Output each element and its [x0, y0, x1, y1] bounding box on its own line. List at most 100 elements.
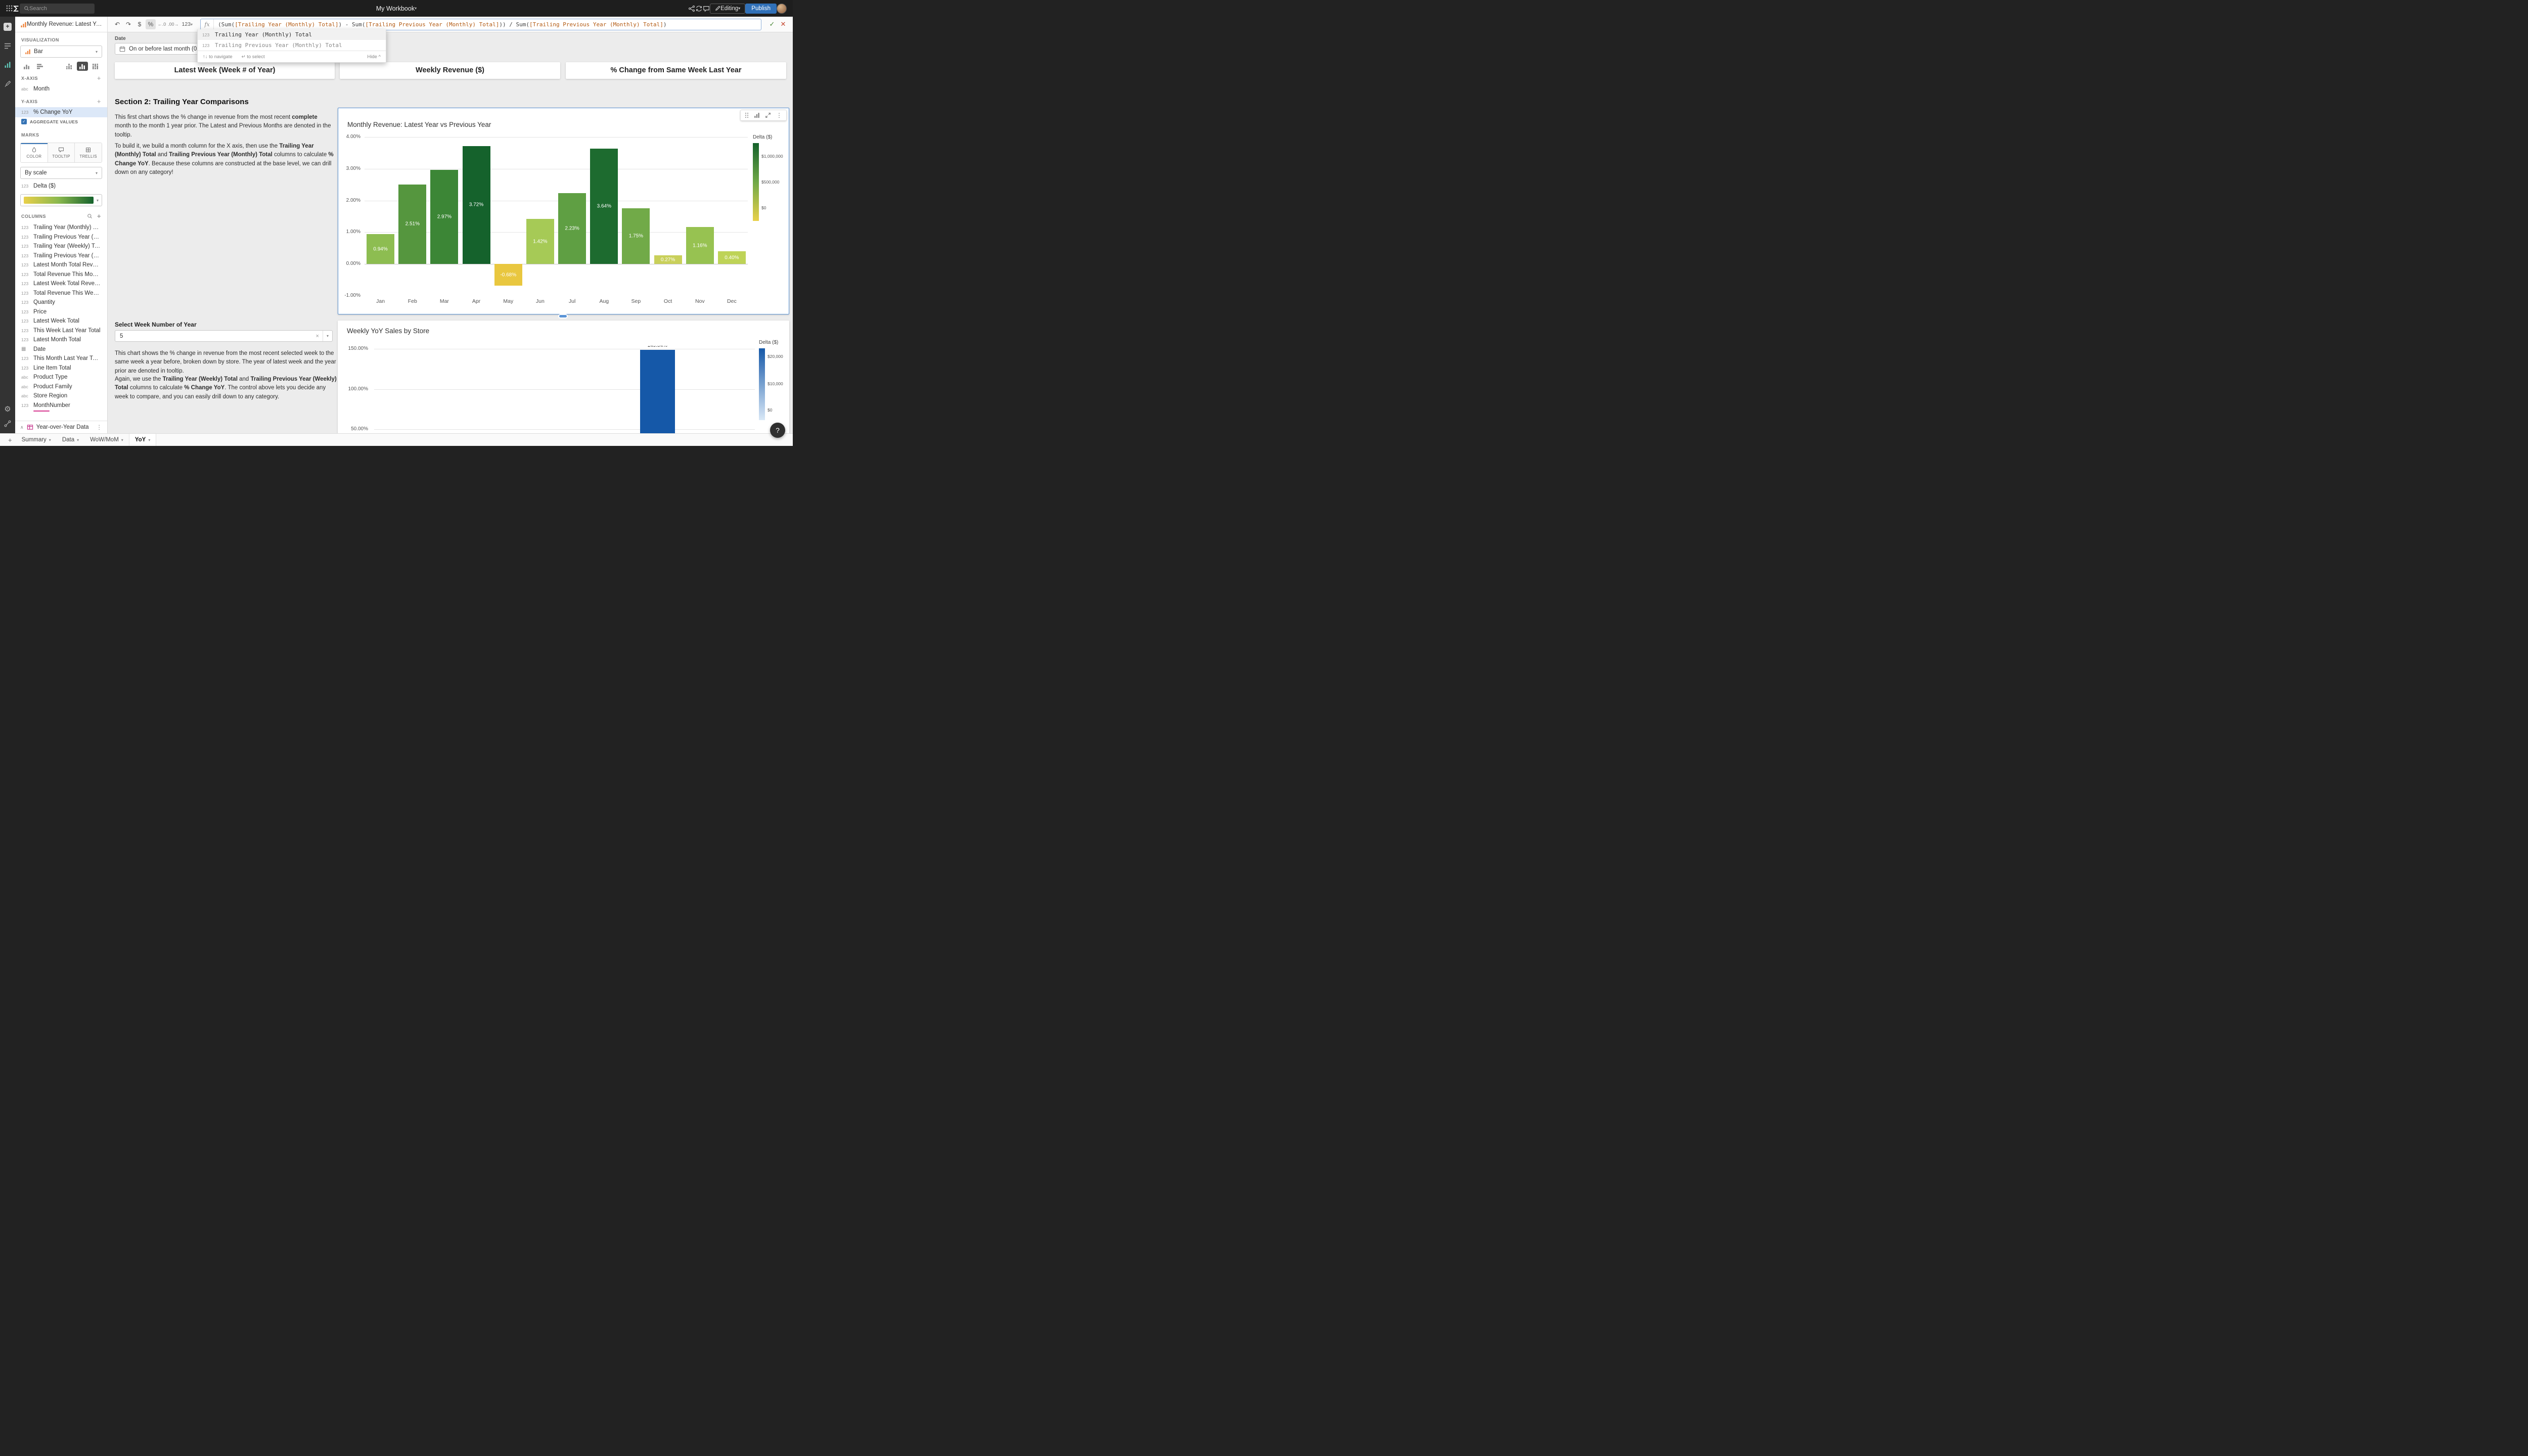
bar-jun[interactable]: 1.42% — [526, 219, 554, 264]
column-item[interactable]: 123 Latest Month Total — [15, 335, 107, 345]
source-menu-icon[interactable]: ⋮ — [97, 424, 103, 431]
add-y-axis-column-button[interactable]: + — [97, 99, 101, 104]
kpi-card-latest-week[interactable]: Latest Week (Week # of Year) — [115, 62, 335, 79]
drag-handle-icon[interactable] — [745, 112, 749, 118]
color-scale-select[interactable]: ▾ — [20, 194, 102, 206]
chart-monthly-revenue-yoy[interactable]: ⋮ Monthly Revenue: Latest Year vs Previo… — [338, 108, 789, 314]
column-item[interactable]: 123 Trailing Year (Weekly) Total — [15, 242, 107, 251]
column-search-icon[interactable] — [87, 213, 93, 219]
page-tab[interactable]: WoW/MoM ▾ — [84, 434, 129, 446]
column-item[interactable]: abc Product Family — [15, 382, 107, 392]
version-history-icon[interactable] — [695, 5, 703, 12]
kpi-card-pct-change[interactable]: % Change from Same Week Last Year — [566, 62, 786, 79]
decimal-decrease-button[interactable]: ←.0 — [157, 19, 167, 29]
clear-value-icon[interactable]: × — [312, 333, 323, 339]
add-column-button[interactable]: + — [97, 212, 101, 220]
color-field[interactable]: 123 Delta ($) — [15, 181, 107, 191]
accept-formula-button[interactable]: ✓ — [767, 19, 777, 29]
editing-mode-button[interactable]: Editing ▾ — [710, 4, 745, 14]
kebab-menu-icon[interactable]: ⋮ — [776, 112, 782, 119]
week-number-control[interactable]: 5 × ▾ — [115, 330, 333, 342]
bar-may[interactable]: -0.68% — [494, 264, 522, 286]
redo-button[interactable]: ↷ — [123, 19, 133, 29]
bar-sep[interactable]: 1.75% — [622, 208, 650, 264]
comments-icon[interactable] — [703, 5, 710, 12]
column-item[interactable]: 123 Trailing Previous Year (Monthly) Tot… — [15, 233, 107, 242]
bar-apr[interactable]: 3.72% — [463, 146, 490, 264]
column-item[interactable]: 123 MonthNumber — [15, 401, 107, 411]
element-resize-handle[interactable] — [559, 315, 567, 317]
page-tab[interactable]: YoY ▾ — [129, 434, 157, 446]
user-avatar[interactable] — [777, 4, 787, 14]
chart-weekly-yoy-by-store[interactable]: Weekly YoY Sales by Store 150.00%100.00%… — [338, 321, 789, 433]
autocomplete-item[interactable]: 123 Trailing Previous Year (Monthly) Tot… — [198, 40, 386, 51]
column-item[interactable]: abc Product Type — [15, 373, 107, 382]
add-x-axis-column-button[interactable]: + — [97, 76, 101, 81]
column-item[interactable]: 123 Line Item Total — [15, 363, 107, 373]
outline-panel-icon[interactable] — [4, 43, 11, 49]
bar-jan[interactable]: 0.94% — [367, 234, 394, 264]
sigma-logo[interactable] — [13, 5, 20, 12]
apps-grid-icon[interactable] — [6, 5, 13, 12]
subtype-grouped-bar-icon[interactable] — [21, 62, 32, 71]
chart-type-select[interactable]: Bar ▾ — [20, 46, 102, 58]
aggregate-values-checkbox[interactable]: ✓ AGGREGATE VALUES — [15, 117, 107, 127]
chevron-down-icon[interactable]: ▾ — [323, 334, 332, 338]
search-input[interactable] — [29, 6, 85, 12]
column-item[interactable]: 123 Price — [15, 307, 107, 317]
global-search[interactable] — [20, 4, 95, 14]
column-item[interactable]: 123 Trailing Year (Monthly) Total — [15, 223, 107, 233]
color-mode-select[interactable]: By scale ▾ — [20, 167, 102, 179]
settings-gear-icon[interactable]: ⚙ — [4, 405, 11, 413]
column-item[interactable]: abc Store Region — [15, 391, 107, 401]
tab-color[interactable]: COLOR — [21, 143, 48, 162]
decimal-increase-button[interactable]: .00→ — [168, 19, 179, 29]
y-axis-field-selected[interactable]: 123 % Change YoY — [15, 107, 107, 117]
share-icon[interactable] — [688, 5, 695, 12]
format-brush-icon[interactable] — [4, 80, 11, 87]
column-item[interactable]: 123 Quantity — [15, 298, 107, 307]
bar-oct[interactable]: 0.27% — [654, 255, 682, 264]
data-source-row[interactable]: ∧ Year-over-Year Data ⋮ — [15, 421, 107, 433]
bar-aug[interactable]: 3.64% — [590, 149, 618, 264]
hide-autocomplete-button[interactable]: Hide ^ — [367, 54, 381, 60]
element-panel-header[interactable]: Monthly Revenue: Latest Year vs Previous… — [15, 17, 108, 32]
page-tab[interactable]: Data ▾ — [57, 434, 84, 446]
column-item[interactable]: 123 This Week Last Year Total — [15, 326, 107, 336]
bar-dec[interactable]: 0.40% — [718, 251, 746, 264]
column-item[interactable]: 123 Trailing Previous Year (Weekly) Tota… — [15, 251, 107, 261]
add-page-button[interactable]: + — [4, 434, 16, 446]
bar-mar[interactable]: 2.97% — [430, 170, 458, 264]
subtype-bar-selected-icon[interactable] — [77, 62, 88, 71]
add-element-button[interactable]: + — [4, 23, 12, 31]
column-item[interactable]: 123 Total Revenue This Month Last Year — [15, 270, 107, 280]
bar-0[interactable] — [640, 350, 675, 433]
kpi-card-weekly-revenue[interactable]: Weekly Revenue ($) — [340, 62, 560, 79]
maximize-icon[interactable] — [765, 112, 771, 118]
tab-trellis[interactable]: TRELLIS — [75, 143, 102, 162]
help-button[interactable]: ? — [770, 423, 785, 438]
cancel-formula-button[interactable]: ✕ — [778, 19, 788, 29]
column-item[interactable]: ▦ Date — [15, 345, 107, 354]
undo-button[interactable]: ↶ — [112, 19, 122, 29]
bar-feb[interactable]: 2.51% — [398, 185, 426, 264]
tab-tooltip[interactable]: TOOLTIP — [48, 143, 75, 162]
lineage-icon[interactable] — [4, 420, 11, 427]
column-item[interactable]: 123 Latest Week Total Revenue — [15, 279, 107, 289]
percent-format-button[interactable]: % — [146, 19, 156, 29]
page-tab[interactable]: Summary ▾ — [16, 434, 57, 446]
collapse-chevron-icon[interactable]: ∧ — [20, 425, 24, 430]
subtype-stacked-bar-icon[interactable] — [64, 62, 75, 71]
subtype-horizontal-bar-icon[interactable] — [34, 62, 46, 71]
column-item[interactable]: 123 Latest Month Total Revenue — [15, 260, 107, 270]
number-format-select[interactable]: 123 ▾ — [179, 21, 196, 27]
workbook-title-menu[interactable]: My Workbook ▾ — [376, 5, 417, 12]
column-item[interactable]: 123 Latest Week Total — [15, 316, 107, 326]
subtype-100-stacked-icon[interactable] — [90, 62, 101, 71]
bar-nov[interactable]: 1.16% — [686, 227, 714, 264]
currency-format-button[interactable]: $ — [134, 19, 145, 29]
formula-input[interactable]: fx (Sum([Trailing Year (Monthly) Total])… — [200, 19, 761, 30]
column-item[interactable]: 123 This Month Last Year Total — [15, 354, 107, 363]
column-item[interactable]: 123 Total Revenue This Week Last Year — [15, 289, 107, 298]
autocomplete-item[interactable]: 123 Trailing Year (Monthly) Total — [198, 29, 386, 40]
